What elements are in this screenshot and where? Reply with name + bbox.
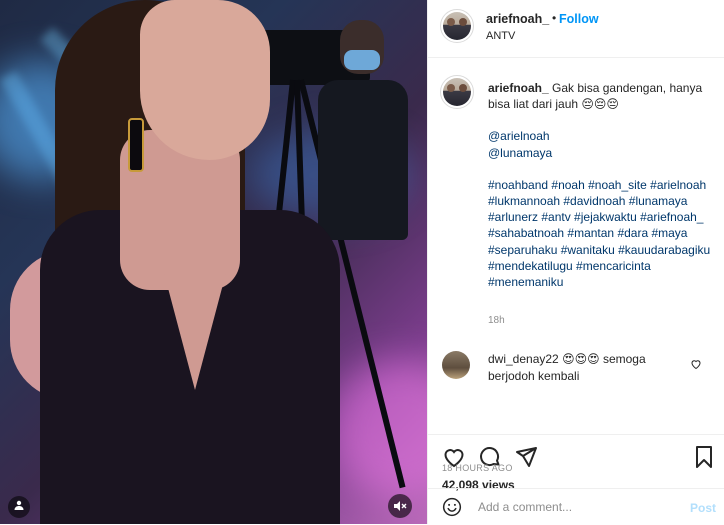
follow-button[interactable]: Follow — [559, 12, 599, 26]
comment-input[interactable] — [478, 497, 678, 517]
mention-link[interactable]: @lunamaya — [488, 146, 552, 160]
instagram-post-window: ariefnoah_ • Follow ANTV ariefnoah_ Gak … — [0, 0, 724, 524]
emoji-icon[interactable] — [442, 497, 462, 517]
comment-username[interactable]: dwi_denay22 — [488, 352, 559, 366]
post-header: ariefnoah_ • Follow ANTV — [428, 0, 724, 58]
comments-scroll-area[interactable]: ariefnoah_ Gak bisa gandengan, hanya bis… — [428, 58, 724, 434]
post-side-panel: ariefnoah_ • Follow ANTV ariefnoah_ Gak … — [427, 0, 724, 524]
separator-dot: • — [552, 11, 557, 25]
mute-toggle-button[interactable] — [388, 494, 412, 518]
post-caption: ariefnoah_ Gak bisa gandengan, hanya bis… — [488, 80, 716, 306]
heart-icon[interactable] — [690, 358, 702, 370]
woman-figure — [0, 0, 340, 524]
post-comment-button[interactable]: Post — [690, 501, 716, 515]
add-comment-bar: Post — [428, 488, 724, 524]
user-tag-icon[interactable] — [8, 496, 30, 518]
caption-hashtags[interactable]: #noahband #noah #noah_site #arielnoah #l… — [488, 177, 716, 290]
speaker-muted-icon — [394, 501, 407, 511]
post-username[interactable]: ariefnoah_ — [486, 12, 549, 26]
post-video[interactable] — [0, 0, 427, 524]
post-location[interactable]: ANTV — [486, 30, 515, 42]
earring — [128, 118, 144, 172]
caption-username[interactable]: ariefnoah_ — [488, 81, 549, 95]
share-icon[interactable] — [514, 445, 538, 469]
post-age[interactable]: 18 HOURS AGO — [442, 463, 513, 473]
avatar[interactable] — [440, 75, 474, 109]
avatar[interactable] — [440, 9, 474, 43]
bookmark-icon[interactable] — [692, 445, 716, 469]
mention-link[interactable]: @arielnoah — [488, 129, 550, 143]
avatar[interactable] — [442, 351, 470, 379]
caption-timestamp[interactable]: 18h — [488, 315, 505, 326]
